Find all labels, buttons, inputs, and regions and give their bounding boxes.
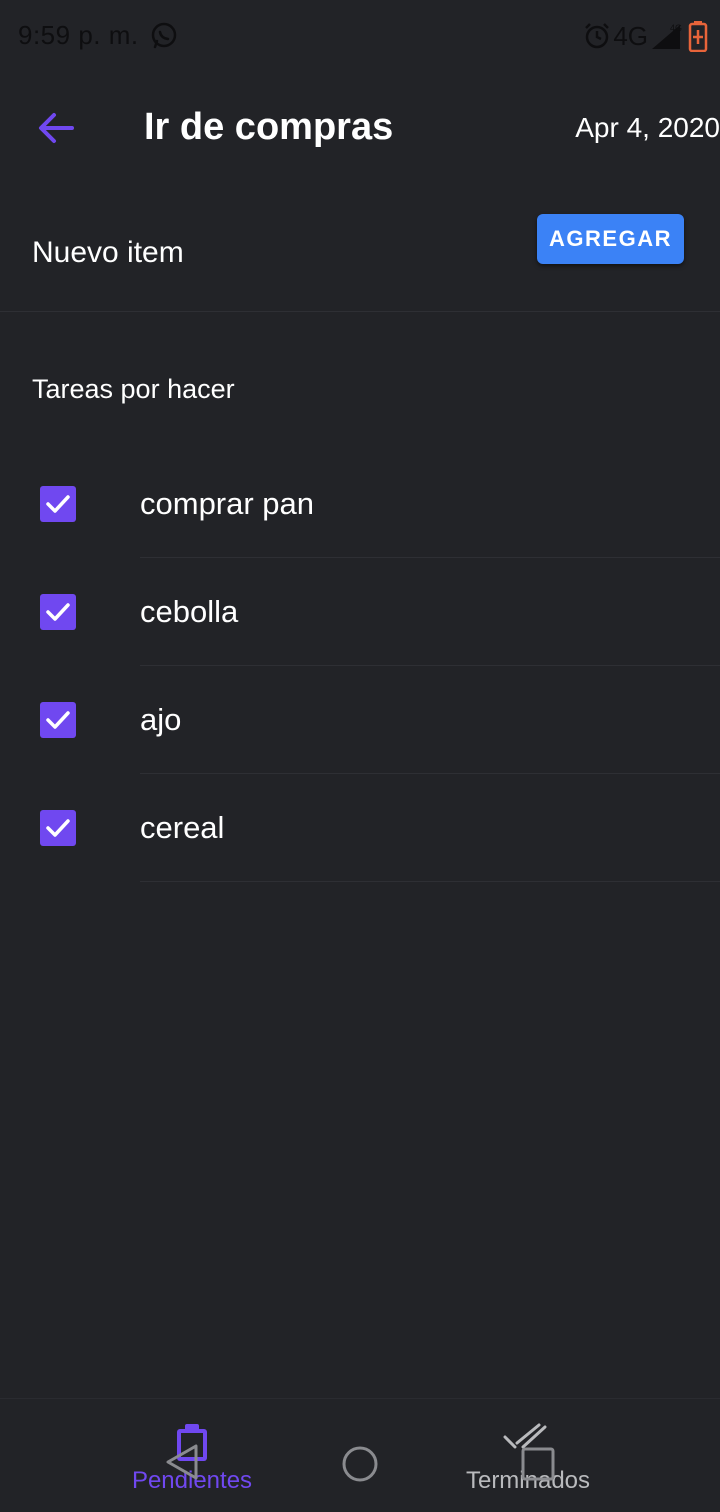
- page-title: Ir de compras: [144, 106, 394, 148]
- task-checkbox[interactable]: [40, 486, 76, 522]
- task-item[interactable]: comprar pan: [0, 450, 720, 558]
- task-label: cebolla: [140, 594, 239, 629]
- svg-text:4G: 4G: [670, 23, 682, 33]
- section-title: Tareas por hacer: [32, 374, 235, 404]
- task-item[interactable]: ajo: [0, 666, 720, 774]
- app-screen: 9:59 p. m. 4G 4G Ir de compras Apr 4, 20…: [0, 0, 720, 1512]
- task-checkbox[interactable]: [40, 810, 76, 846]
- task-label: comprar pan: [140, 486, 315, 521]
- check-icon: [46, 819, 70, 837]
- signal-icon: 4G: [652, 23, 682, 49]
- arrow-left-icon: [39, 113, 74, 143]
- add-button[interactable]: AGREGAR: [537, 214, 684, 264]
- back-triangle-icon[interactable]: [162, 1442, 202, 1482]
- whatsapp-icon: [151, 22, 177, 49]
- back-button[interactable]: [28, 102, 84, 154]
- task-label: cereal: [140, 810, 225, 845]
- task-item[interactable]: cebolla: [0, 558, 720, 666]
- task-list: comprar pan cebolla ajo cereal: [0, 450, 720, 882]
- task-checkbox[interactable]: [40, 702, 76, 738]
- recents-square-icon[interactable]: [520, 1446, 556, 1482]
- alarm-icon: [585, 23, 610, 49]
- new-item-input[interactable]: [32, 236, 502, 270]
- check-icon: [46, 711, 70, 729]
- network-type: 4G: [613, 20, 648, 51]
- status-icons: 4G 4G: [583, 18, 708, 54]
- status-time: 9:59 p. m.: [18, 20, 139, 50]
- app-bar: Ir de compras Apr 4, 2020: [0, 72, 720, 184]
- page-date: Apr 4, 2020: [575, 112, 720, 143]
- check-icon: [46, 495, 70, 513]
- divider: [140, 881, 720, 882]
- new-item-row: AGREGAR: [0, 184, 720, 312]
- status-bar: 9:59 p. m. 4G 4G: [0, 0, 720, 72]
- task-label: ajo: [140, 702, 182, 737]
- battery-charging-icon: [688, 21, 708, 52]
- check-icon: [46, 603, 70, 621]
- home-circle-icon[interactable]: [340, 1446, 380, 1486]
- task-checkbox[interactable]: [40, 594, 76, 630]
- task-item[interactable]: cereal: [0, 774, 720, 882]
